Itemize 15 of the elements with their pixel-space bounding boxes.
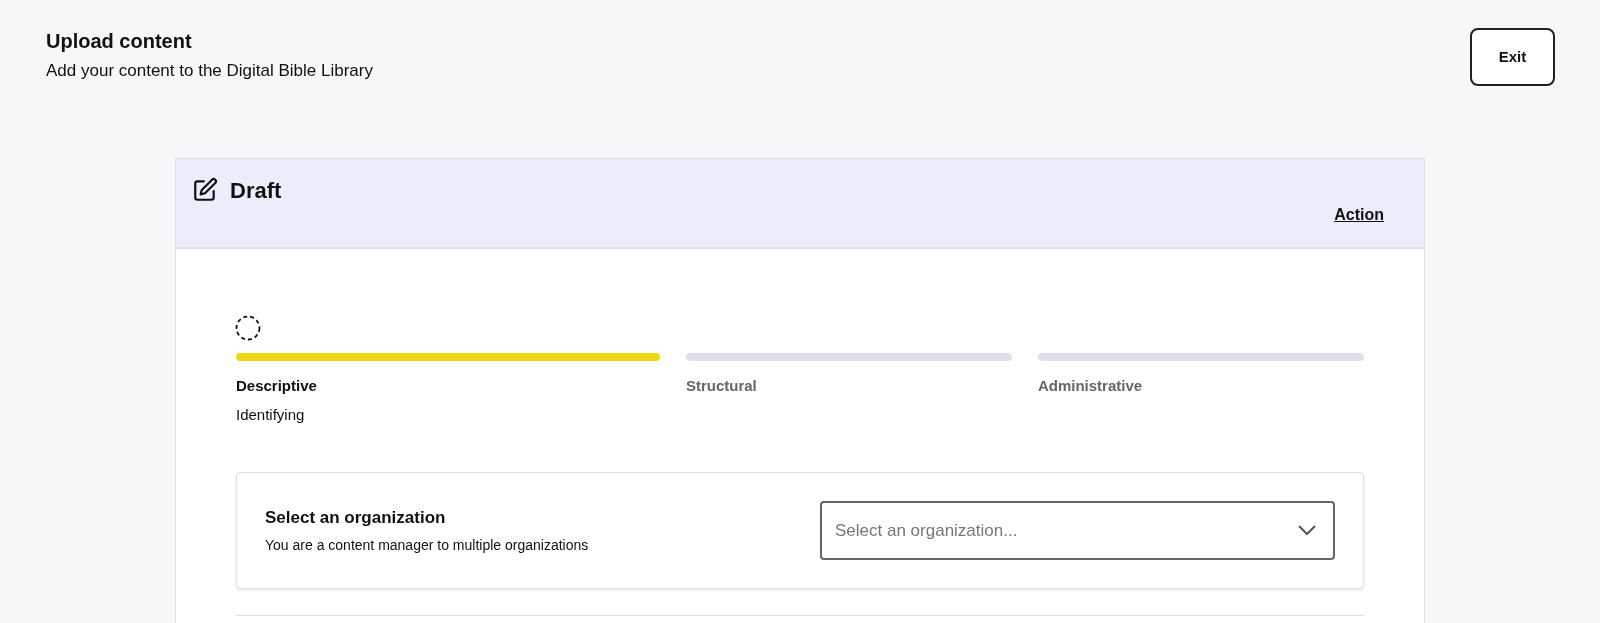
action-link[interactable]: Action [1334,203,1384,227]
organization-dropdown[interactable]: Select an organization... [820,501,1335,560]
dashed-circle-icon [235,315,261,341]
organization-title: Select an organization [265,507,447,530]
page-title: Upload content [46,29,193,54]
edit-icon [192,177,218,203]
step-label: Structural [685,376,758,396]
chevron-down-icon [1297,524,1317,536]
card-title: Draft [230,176,282,205]
organization-description: You are a content manager to multiple organizations [265,535,589,555]
exit-button[interactable]: Exit [1470,28,1555,86]
step-label: Administrative [1037,376,1144,396]
step-sublabel: Identifying [236,404,306,425]
page-subtitle: Add your content to the Digital Bible Library [46,60,373,82]
step-label: Descriptive [236,376,318,396]
